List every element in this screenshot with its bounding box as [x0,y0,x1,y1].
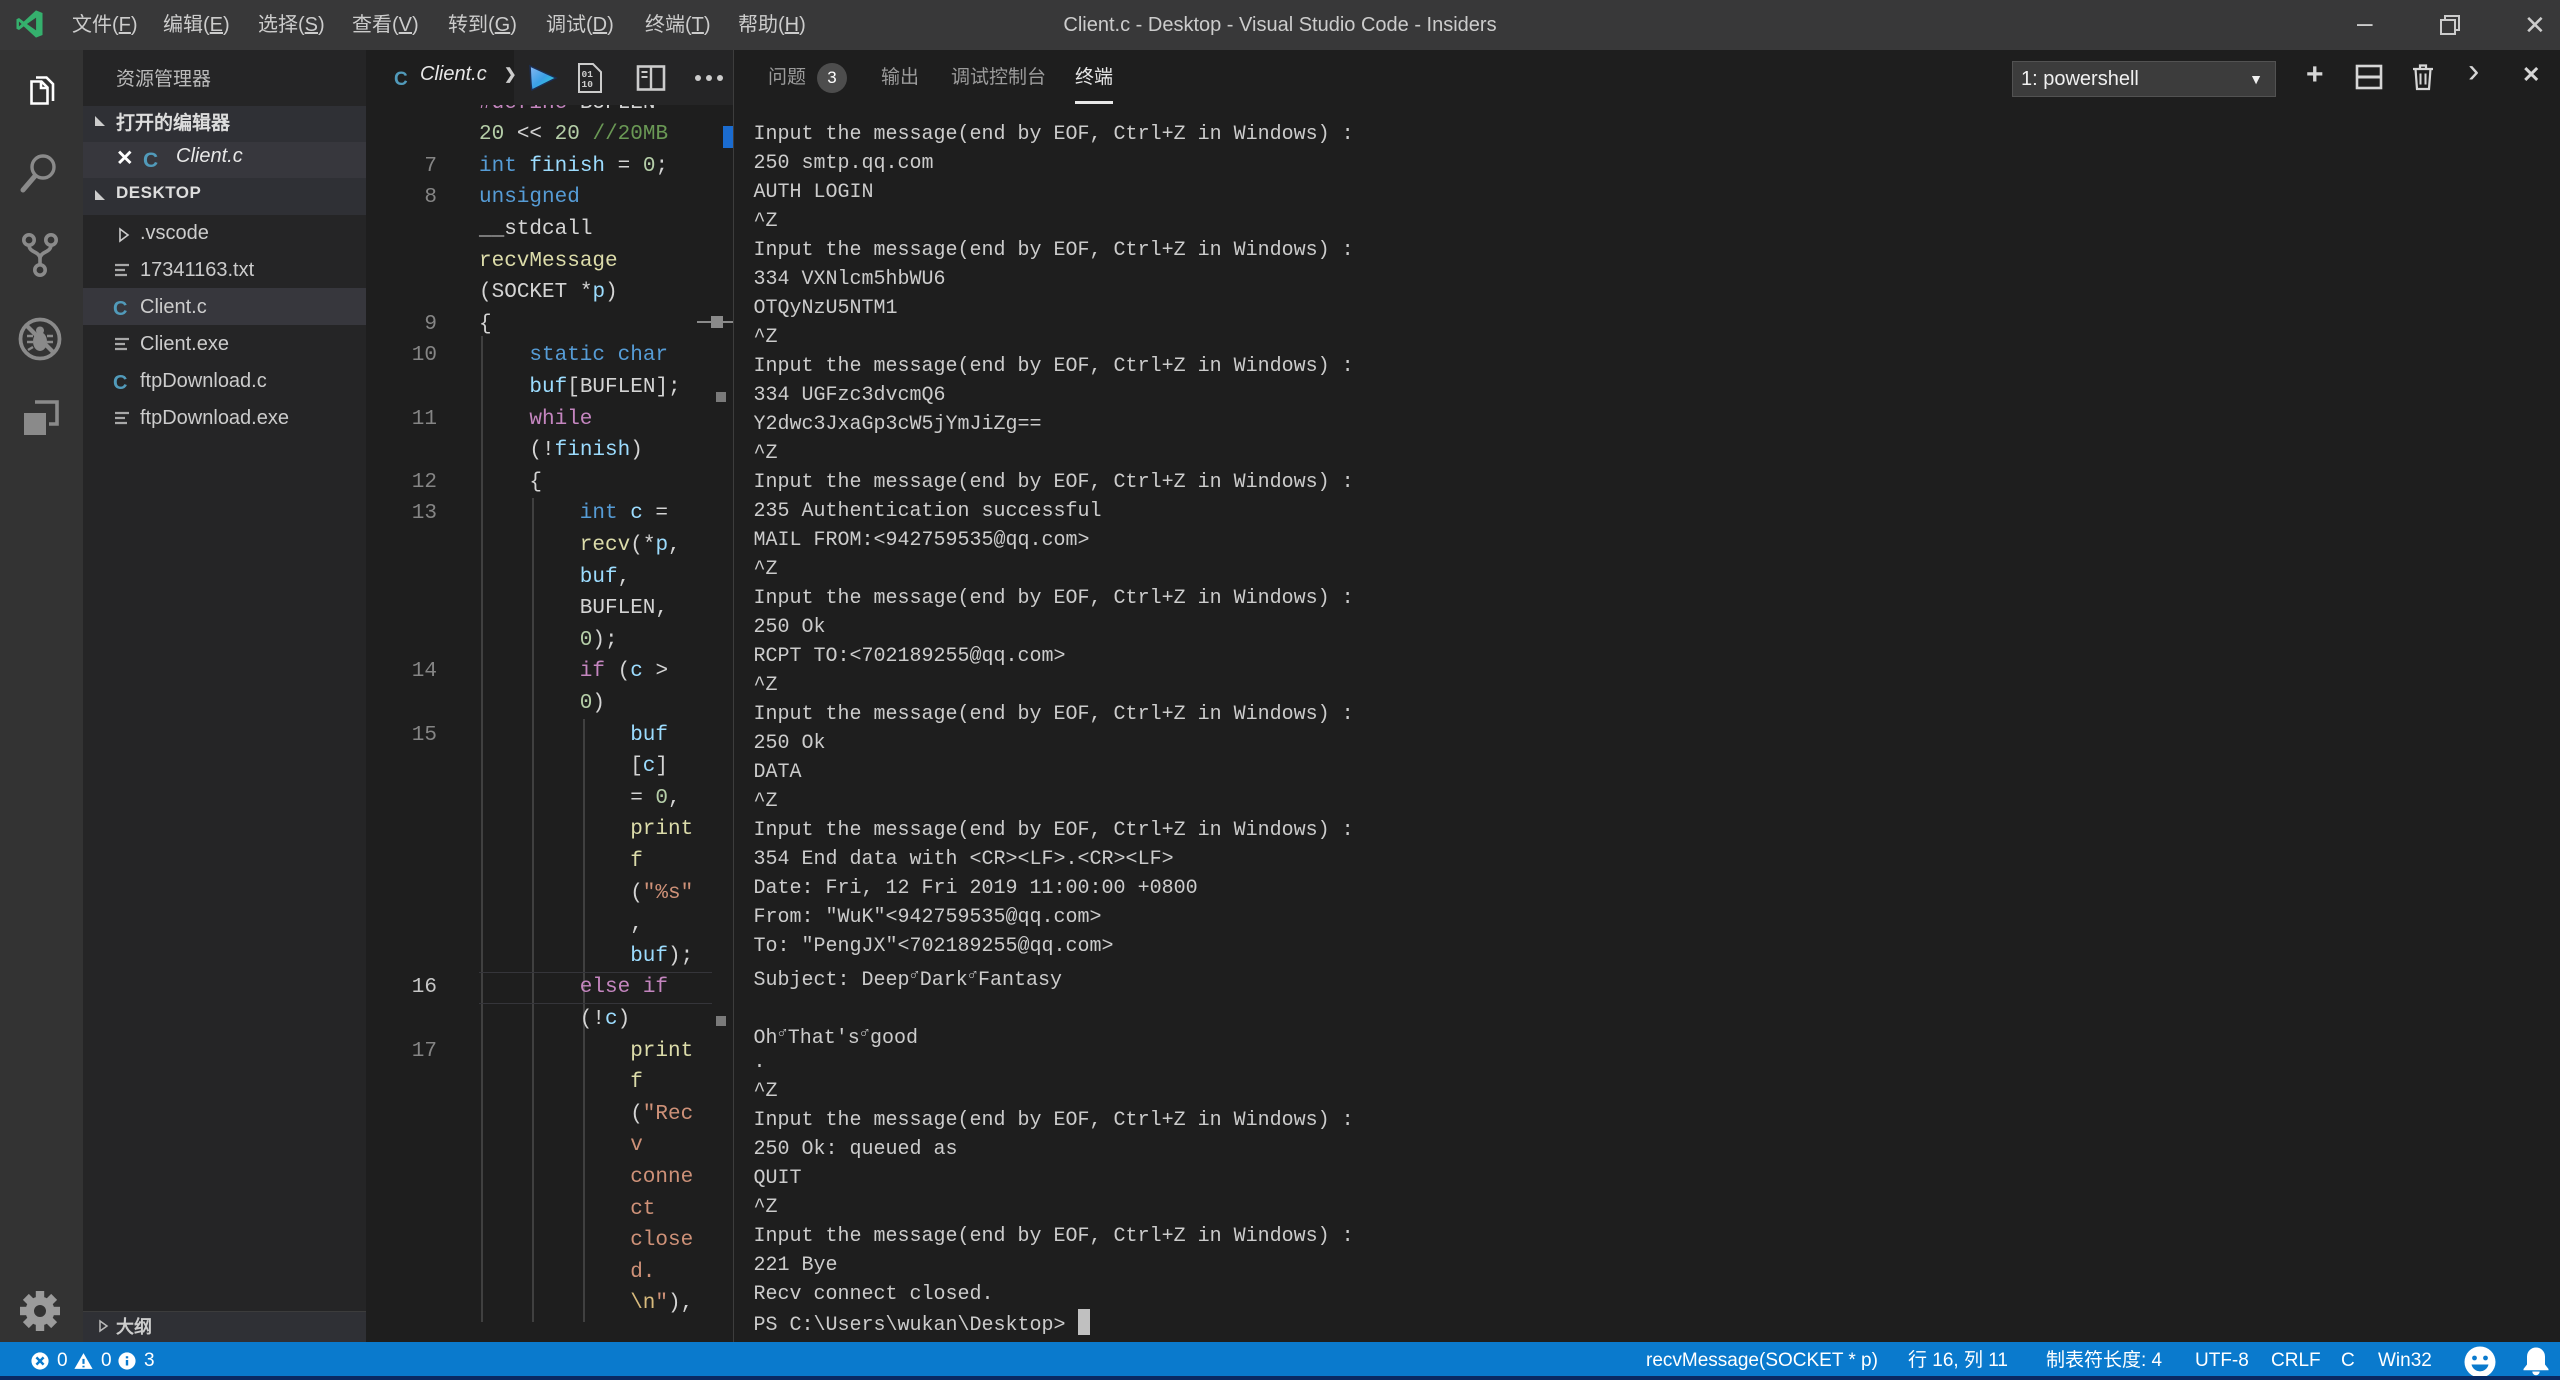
svg-text:10: 10 [582,79,594,90]
svg-text:C: C [113,298,127,320]
svg-text:C: C [113,372,127,394]
svg-text:C: C [143,149,158,172]
svg-text:C: C [394,69,408,90]
